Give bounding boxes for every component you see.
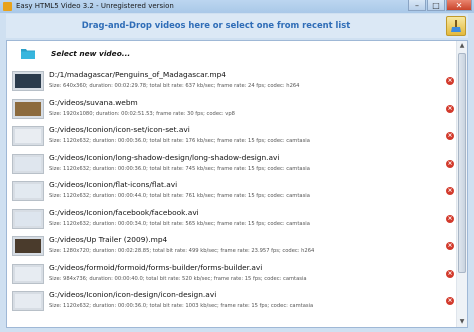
drop-zone-header[interactable]: Drag-and-Drop videos here or select one … (6, 14, 468, 38)
video-metadata: Size: 1120x632; duration: 00:00:44.0; to… (49, 193, 310, 199)
video-list-item[interactable]: G:/videos/Up Trailer (2009).mp4 Size: 128… (7, 233, 457, 260)
video-list-item[interactable]: G:/videos/Iconion/icon-set/icon-set.avi S… (7, 123, 457, 150)
select-new-video-label: Select new video... (51, 49, 131, 58)
remove-icon[interactable]: × (446, 269, 454, 278)
remove-icon[interactable]: × (446, 214, 454, 223)
scroll-up-arrow-icon[interactable]: ▲ (457, 41, 467, 51)
video-metadata: Size: 1280x720; duration: 00:02:28.85; t… (49, 248, 315, 254)
video-thumbnail (12, 71, 44, 91)
video-path: G:/videos/Iconion/icon-design/icon-desig… (49, 290, 217, 299)
close-button[interactable]: ✕ (446, 0, 472, 11)
video-list-item[interactable]: D:/1/madagascar/Penguins_of_Madagascar.m… (7, 68, 457, 95)
folder-icon (21, 49, 35, 59)
minimize-button[interactable]: – (408, 0, 426, 11)
video-path: G:/videos/Iconion/facebook/facebook.avi (49, 207, 199, 217)
video-thumbnail (12, 263, 44, 284)
remove-icon[interactable]: × (446, 187, 454, 195)
video-path: G:/videos/Iconion/long-shadow-design/lon… (49, 152, 280, 162)
scroll-down-arrow-icon[interactable]: ▼ (457, 317, 467, 327)
title-bar[interactable]: Easy HTML5 Video 3.2 - Unregistered vers… (0, 0, 474, 13)
video-metadata: Size: 640x360; duration: 00:02:29.78; to… (49, 83, 300, 89)
remove-icon[interactable]: × (446, 159, 454, 168)
remove-icon[interactable]: × (446, 297, 454, 305)
video-list-item[interactable]: G:/videos/Iconion/icon-design/icon-desig… (7, 288, 457, 315)
video-thumbnail (12, 126, 44, 146)
maximize-button[interactable]: □ (427, 0, 445, 11)
video-thumbnail (12, 236, 44, 256)
app-window: Easy HTML5 Video 3.2 - Unregistered vers… (0, 0, 474, 332)
video-list-item[interactable]: G:/videos/Iconion/flat-icons/flat.avi Siz… (7, 178, 457, 205)
window-title: Easy HTML5 Video 3.2 - Unregistered vers… (16, 2, 174, 10)
remove-icon[interactable]: × (446, 132, 454, 140)
scroll-thumb[interactable] (458, 53, 466, 273)
video-thumbnail (12, 153, 44, 174)
vertical-scrollbar[interactable]: ▲ ▼ (456, 41, 467, 327)
video-thumbnail (12, 291, 44, 311)
video-metadata: Size: 984x736; duration: 00:00:40.0; tot… (49, 275, 307, 282)
remove-icon[interactable]: × (446, 242, 454, 250)
video-path: G:/videos/formoid/formoid/forms-builder/… (49, 262, 263, 272)
clear-list-button[interactable] (446, 16, 466, 36)
select-new-video-item[interactable]: Select new video... (7, 41, 457, 68)
remove-icon[interactable]: × (446, 104, 454, 113)
video-list-item[interactable]: G:/videos/Iconion/long-shadow-design/lon… (7, 151, 457, 178)
video-list-item[interactable]: G:/videos/formoid/formoid/forms-builder/… (7, 261, 457, 288)
video-thumbnail (12, 181, 44, 201)
video-metadata: Size: 1120x632; duration: 00:00:34.0; to… (49, 220, 310, 227)
remove-icon[interactable]: × (446, 77, 454, 85)
video-thumbnail (12, 98, 44, 119)
video-list-item[interactable]: G:/videos/Iconion/facebook/facebook.avi S… (7, 206, 457, 233)
video-metadata: Size: 1120x632; duration: 00:00:36.0; to… (49, 138, 310, 144)
video-path: G:/videos/Up Trailer (2009).mp4 (49, 235, 168, 244)
video-metadata: Size: 1120x632; duration: 00:00:36.0; to… (49, 165, 310, 172)
video-metadata: Size: 1120x632; duration: 00:00:36.0; to… (49, 303, 314, 309)
video-path: G:/videos/Iconion/icon-set/icon-set.avi (49, 125, 190, 134)
recent-videos-list: Select new video... D:/1/madagascar/Peng… (6, 40, 468, 328)
video-list-item[interactable]: G:/videos/suvana.webm Size: 1920x1080; du… (7, 96, 457, 123)
video-thumbnail (12, 208, 44, 229)
app-icon (3, 2, 12, 11)
broom-icon (451, 20, 461, 32)
video-path: G:/videos/Iconion/flat-icons/flat.avi (49, 180, 178, 189)
drop-prompt: Drag-and-Drop videos here or select one … (81, 20, 351, 30)
video-path: G:/videos/suvana.webm (49, 97, 138, 107)
video-metadata: Size: 1920x1080; duration: 00:02:51.53; … (49, 110, 235, 117)
video-path: D:/1/madagascar/Penguins_of_Madagascar.m… (49, 70, 226, 79)
